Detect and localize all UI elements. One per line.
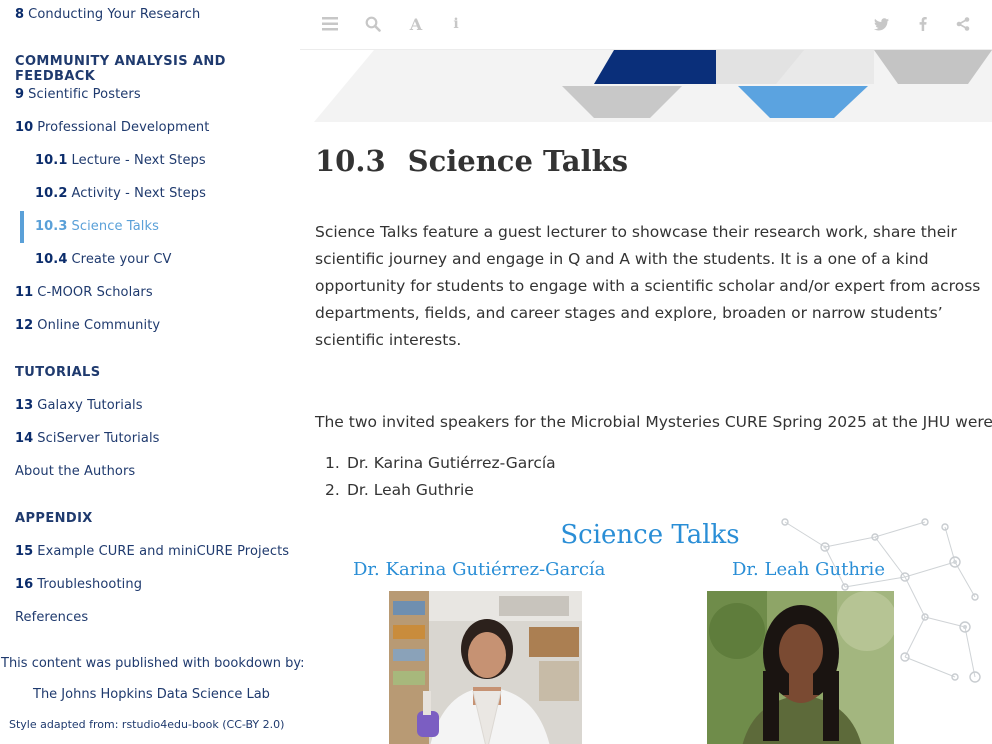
toc-item-label: Example CURE and miniCURE Projects	[37, 544, 290, 559]
sidebar-toc: 8 Conducting Your Research COMMUNITY ANAL…	[0, 0, 304, 744]
toc-item-number: 8	[15, 7, 25, 22]
toc-item-number: 16	[15, 577, 34, 592]
section-number: 10.3	[315, 144, 386, 178]
toc-item-13[interactable]: 13 Galaxy Tutorials	[15, 398, 143, 413]
book-toolbar: A i	[300, 0, 992, 50]
toc-item-10-1[interactable]: 10.1 Lecture - Next Steps	[35, 153, 206, 168]
style-credit-link[interactable]: Style adapted from: rstudio4edu-book (CC…	[9, 718, 284, 731]
toc-item-about-authors[interactable]: About the Authors	[15, 464, 135, 479]
toc-item-label: Online Community	[37, 318, 161, 333]
toc-item-16[interactable]: 16 Troubleshooting	[15, 577, 142, 592]
speaker-name: Dr. Karina Gutiérrez-García	[347, 454, 556, 472]
jhu-lab-link[interactable]: The Johns Hopkins Data Science Lab	[33, 687, 270, 702]
speaker-name: Dr. Leah Guthrie	[347, 481, 474, 499]
list-marker: 1.	[325, 454, 340, 472]
menu-icon[interactable]	[321, 15, 339, 33]
toc-item-references[interactable]: References	[15, 610, 88, 625]
toc-item-label: References	[15, 610, 89, 625]
toc-item-label: Galaxy Tutorials	[37, 398, 143, 413]
figure-speaker-2-name: Dr. Leah Guthrie	[732, 559, 885, 580]
toc-section-header-community: COMMUNITY ANALYSIS AND FEEDBACK	[15, 54, 226, 84]
toc-item-label: C-MOOR Scholars	[37, 285, 153, 300]
page-title: 10.3 Science Talks	[315, 144, 628, 178]
toc-item-9[interactable]: 9 Scientific Posters	[15, 87, 141, 102]
font-settings-icon[interactable]: A	[407, 15, 425, 34]
toc-item-number: 9	[15, 87, 25, 102]
toc-item-8[interactable]: 8 Conducting Your Research	[15, 7, 200, 22]
section-title: Science Talks	[407, 144, 629, 178]
toc-item-number: 15	[15, 544, 34, 559]
toc-item-label: Professional Development	[37, 120, 210, 135]
toc-item-number: 13	[15, 398, 34, 413]
active-indicator	[20, 211, 24, 243]
toc-item-label: Troubleshooting	[37, 577, 143, 592]
list-item: 2. Dr. Leah Guthrie	[325, 477, 556, 504]
toc-item-number: 11	[15, 285, 34, 300]
toc-item-10-4[interactable]: 10.4 Create your CV	[35, 252, 172, 267]
speakers-list: 1. Dr. Karina Gutiérrez-García 2. Dr. Leah…	[325, 450, 556, 504]
twitter-icon[interactable]	[872, 15, 890, 33]
speaker-1-photo	[389, 591, 582, 744]
toc-item-number: 14	[15, 431, 34, 446]
toc-item-10[interactable]: 10 Professional Development	[15, 120, 209, 135]
science-talks-figure: Science Talks Dr. Karina Gutiérrez-Garcí…	[315, 517, 985, 744]
toc-item-label: Science Talks	[71, 219, 159, 234]
toc-item-label: Activity - Next Steps	[71, 186, 206, 201]
toc-item-label: About the Authors	[15, 464, 136, 479]
figure-title: Science Talks	[560, 520, 740, 550]
info-icon[interactable]: i	[447, 15, 465, 33]
toc-item-label: Conducting Your Research	[28, 7, 201, 22]
toc-item-label: SciServer Tutorials	[37, 431, 160, 446]
toc-item-label: Lecture - Next Steps	[71, 153, 206, 168]
toc-item-10-3-active[interactable]: 10.3 Science Talks	[35, 219, 159, 234]
toc-section-header-appendix: APPENDIX	[15, 511, 93, 526]
search-icon[interactable]	[364, 15, 382, 33]
toc-item-14[interactable]: 14 SciServer Tutorials	[15, 431, 160, 446]
toc-item-number: 10.2	[35, 186, 68, 201]
list-item: 1. Dr. Karina Gutiérrez-García	[325, 450, 556, 477]
toc-item-label: Scientific Posters	[28, 87, 141, 102]
share-icon[interactable]	[954, 15, 972, 33]
toc-item-number: 12	[15, 318, 34, 333]
list-marker: 2.	[325, 481, 340, 499]
toc-item-10-2[interactable]: 10.2 Activity - Next Steps	[35, 186, 206, 201]
toc-item-number: 10.1	[35, 153, 68, 168]
facebook-icon[interactable]	[914, 15, 932, 33]
toc-item-label: Create your CV	[71, 252, 172, 267]
toc-item-number: 10.4	[35, 252, 68, 267]
intro-paragraph: Science Talks feature a guest lecturer t…	[315, 223, 981, 349]
toc-item-12[interactable]: 12 Online Community	[15, 318, 160, 333]
figure-speaker-1-name: Dr. Karina Gutiérrez-García	[353, 559, 606, 580]
toc-item-11[interactable]: 11 C-MOOR Scholars	[15, 285, 153, 300]
toc-item-number: 10	[15, 120, 34, 135]
speakers-intro-paragraph: The two invited speakers for the Microbi…	[315, 413, 992, 431]
published-by-text: This content was published with bookdown…	[1, 656, 305, 671]
speaker-2-photo	[707, 591, 894, 744]
toc-section-header-tutorials: TUTORIALS	[15, 365, 101, 380]
toc-item-15[interactable]: 15 Example CURE and miniCURE Projects	[15, 544, 289, 559]
toc-item-number: 10.3	[35, 219, 68, 234]
chapter-banner-graphic	[314, 50, 992, 122]
